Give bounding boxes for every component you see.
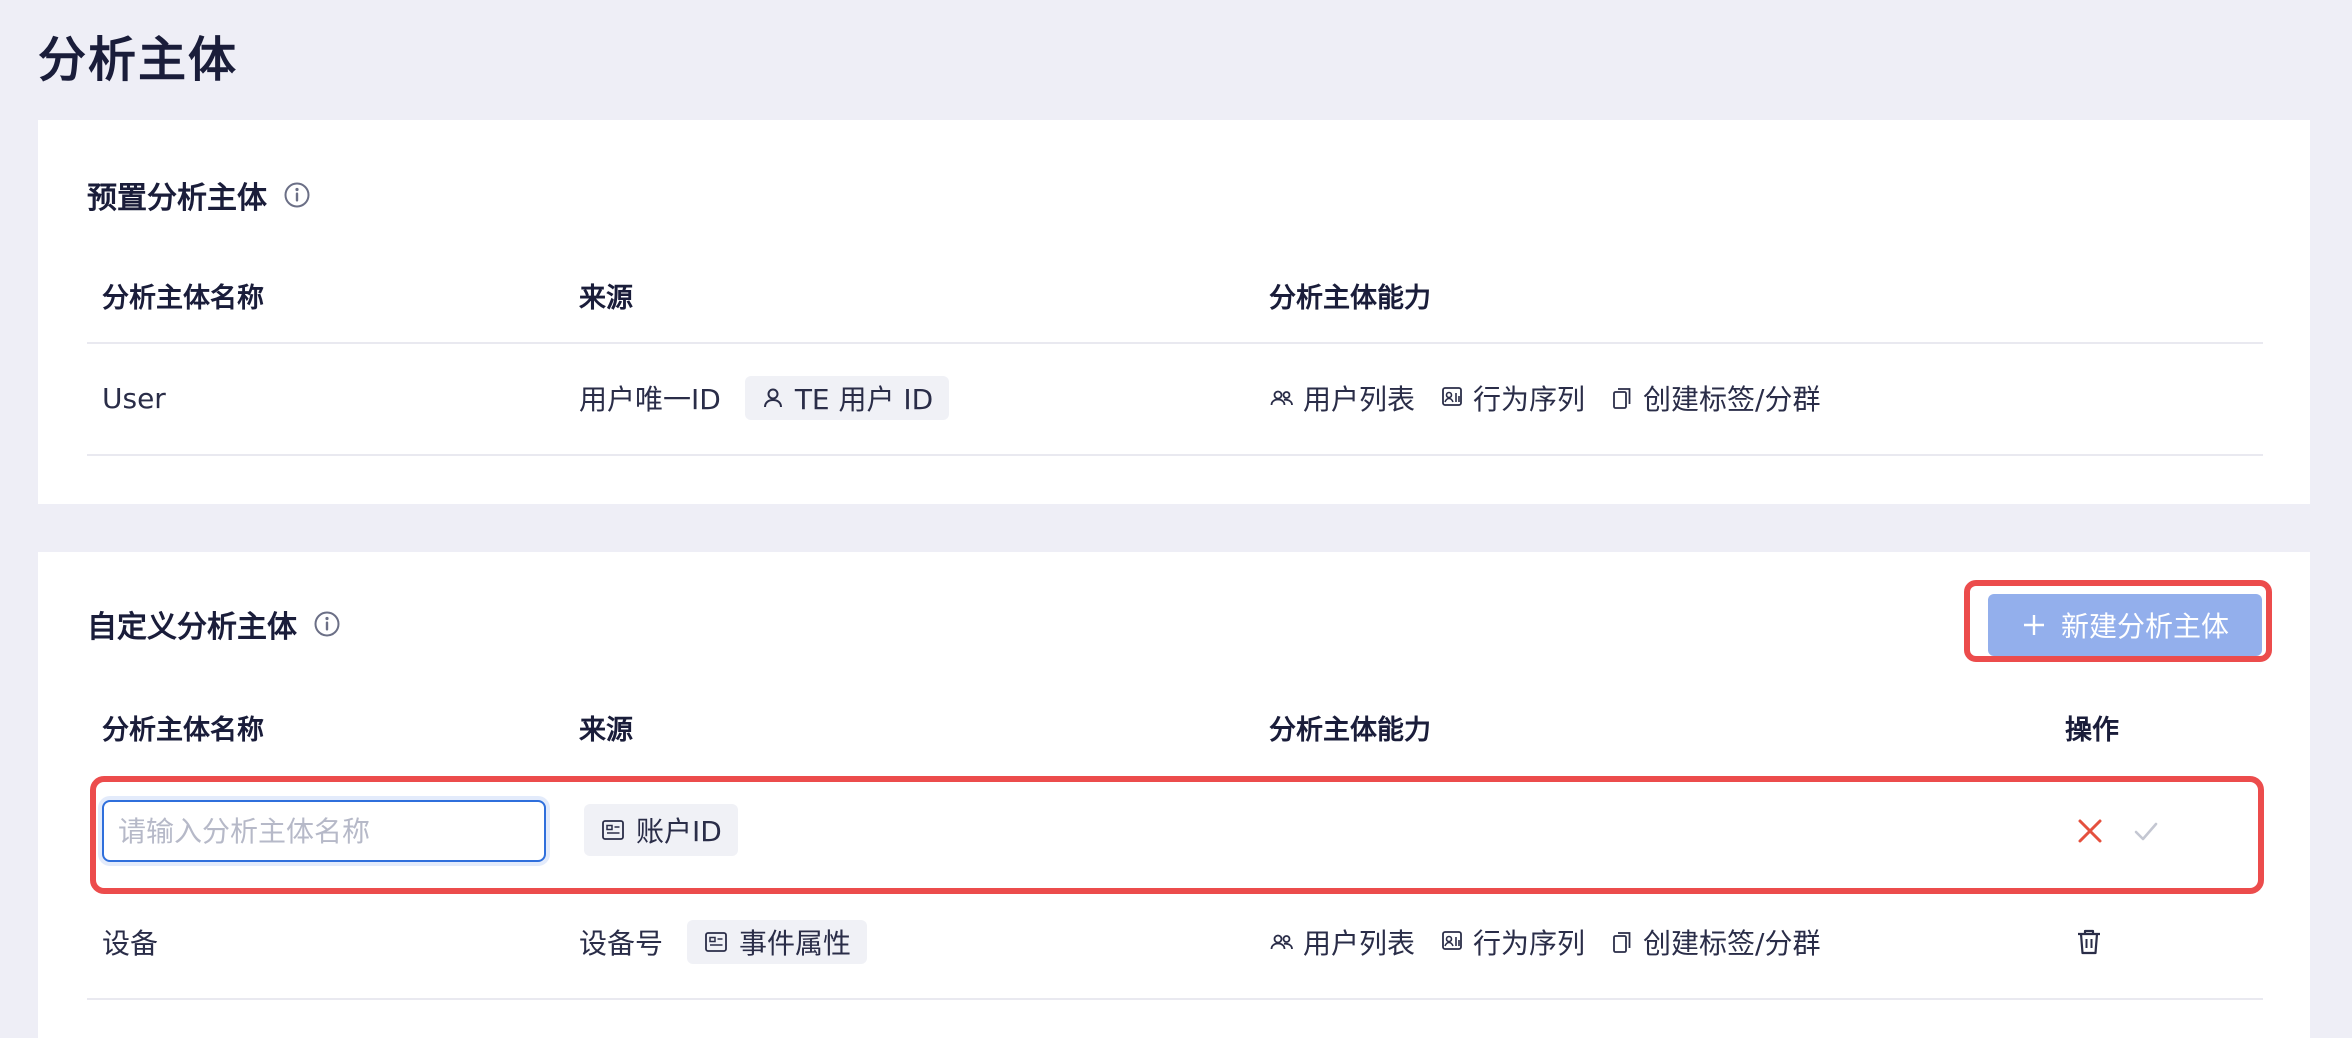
capability-user-list: 用户列表 <box>1269 922 1415 962</box>
preset-section-title: 预置分析主体 <box>87 173 311 217</box>
id-card-icon <box>705 932 727 952</box>
custom-title-text: 自定义分析主体 <box>87 610 297 645</box>
capability-create-tag: 创建标签/分群 <box>1609 922 1820 962</box>
close-icon[interactable] <box>2075 816 2105 846</box>
preset-row-name: User <box>102 381 166 415</box>
custom-row-name: 设备 <box>102 927 159 960</box>
source-tag-label: 事件属性 <box>739 927 852 960</box>
row-divider <box>87 998 2263 1000</box>
editing-row-source: 账户ID <box>584 804 738 856</box>
custom-row-capabilities: 用户列表 行为序列 创建标签/分群 <box>1269 920 1844 964</box>
info-icon[interactable] <box>313 610 341 638</box>
page-title: 分析主体 <box>38 32 239 88</box>
custom-subjects-card: 自定义分析主体 分析主体名称 来源 分析主体能力 操作 账户ID 设备 设备号 <box>38 552 2310 1038</box>
preset-title-text: 预置分析主体 <box>87 181 267 216</box>
preset-row-capabilities: 用户列表 行为序列 创建标签/分群 <box>1269 376 1844 420</box>
source-tag: TE 用户 ID <box>744 376 950 420</box>
row-divider <box>87 454 2263 456</box>
column-header-name: 分析主体名称 <box>102 283 264 314</box>
capability-label: 创建标签/分群 <box>1643 927 1821 960</box>
custom-section-title: 自定义分析主体 <box>87 602 341 646</box>
users-icon <box>1270 390 1293 406</box>
subject-name-input[interactable] <box>102 800 546 862</box>
plus-icon <box>2023 615 2044 635</box>
source-text: 设备号 <box>579 927 664 960</box>
user-icon <box>763 388 782 408</box>
id-card-icon <box>602 820 624 840</box>
tag-group-icon <box>1613 932 1631 953</box>
source-tag-label: TE 用户 ID <box>794 383 934 416</box>
users-icon <box>1270 934 1293 950</box>
capability-create-tag: 创建标签/分群 <box>1609 378 1820 418</box>
info-icon[interactable] <box>283 181 311 209</box>
source-tag-label: 账户ID <box>636 815 722 848</box>
source-text: 用户唯一ID <box>579 383 721 416</box>
capability-label: 用户列表 <box>1303 383 1416 416</box>
behavior-sequence-icon <box>1442 387 1462 406</box>
new-subject-button-label: 新建分析主体 <box>2060 611 2229 642</box>
column-header-actions: 操作 <box>2065 715 2119 746</box>
source-tag: 账户ID <box>584 804 738 856</box>
check-icon[interactable] <box>2131 816 2161 846</box>
custom-row-source: 设备号 事件属性 <box>579 920 868 964</box>
capability-label: 行为序列 <box>1473 927 1586 960</box>
row-divider <box>87 342 2263 344</box>
capability-user-list: 用户列表 <box>1269 378 1415 418</box>
capability-label: 创建标签/分群 <box>1643 383 1821 416</box>
column-header-name: 分析主体名称 <box>102 715 264 746</box>
column-header-capabilities: 分析主体能力 <box>1269 715 1431 746</box>
capability-label: 行为序列 <box>1473 383 1586 416</box>
preset-subjects-card: 预置分析主体 分析主体名称 来源 分析主体能力 User 用户唯一ID TE 用… <box>38 120 2310 504</box>
preset-row-source: 用户唯一ID TE 用户 ID <box>579 376 950 420</box>
capability-label: 用户列表 <box>1303 927 1416 960</box>
trash-icon[interactable] <box>2074 927 2104 957</box>
column-header-source: 来源 <box>579 283 633 314</box>
tag-group-icon <box>1613 388 1631 409</box>
capability-behavior-sequence: 行为序列 <box>1439 922 1585 962</box>
capability-behavior-sequence: 行为序列 <box>1439 378 1585 418</box>
behavior-sequence-icon <box>1442 931 1462 950</box>
column-header-capabilities: 分析主体能力 <box>1269 283 1431 314</box>
column-header-source: 来源 <box>579 715 633 746</box>
source-tag: 事件属性 <box>687 920 868 964</box>
new-subject-button[interactable]: 新建分析主体 <box>1988 594 2262 656</box>
